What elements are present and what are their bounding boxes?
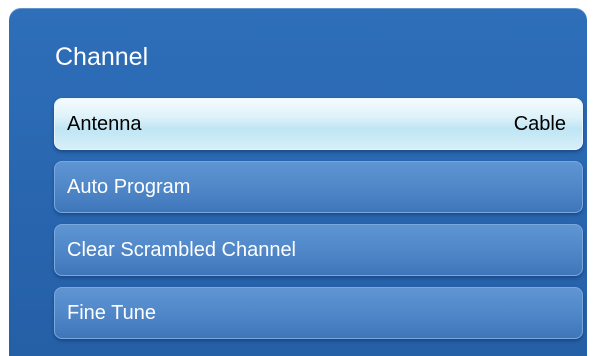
menu-item-fine-tune[interactable]: Fine Tune — [54, 287, 583, 339]
menu-item-label: Fine Tune — [67, 301, 156, 324]
menu-item-antenna[interactable]: Antenna Cable — [54, 98, 583, 150]
channel-menu-panel: Channel Antenna Cable Auto Program Clear… — [9, 8, 587, 356]
menu-item-label: Antenna — [67, 112, 142, 135]
menu-item-label: Clear Scrambled Channel — [67, 238, 297, 261]
menu-item-clear-scrambled-channel[interactable]: Clear Scrambled Channel — [54, 224, 583, 276]
menu-item-auto-program[interactable]: Auto Program — [54, 161, 583, 213]
menu-title: Channel — [55, 43, 149, 71]
menu-item-label: Auto Program — [67, 175, 191, 198]
menu-item-value: Cable — [513, 112, 566, 135]
channel-menu-list: Antenna Cable Auto Program Clear Scrambl… — [54, 98, 583, 350]
